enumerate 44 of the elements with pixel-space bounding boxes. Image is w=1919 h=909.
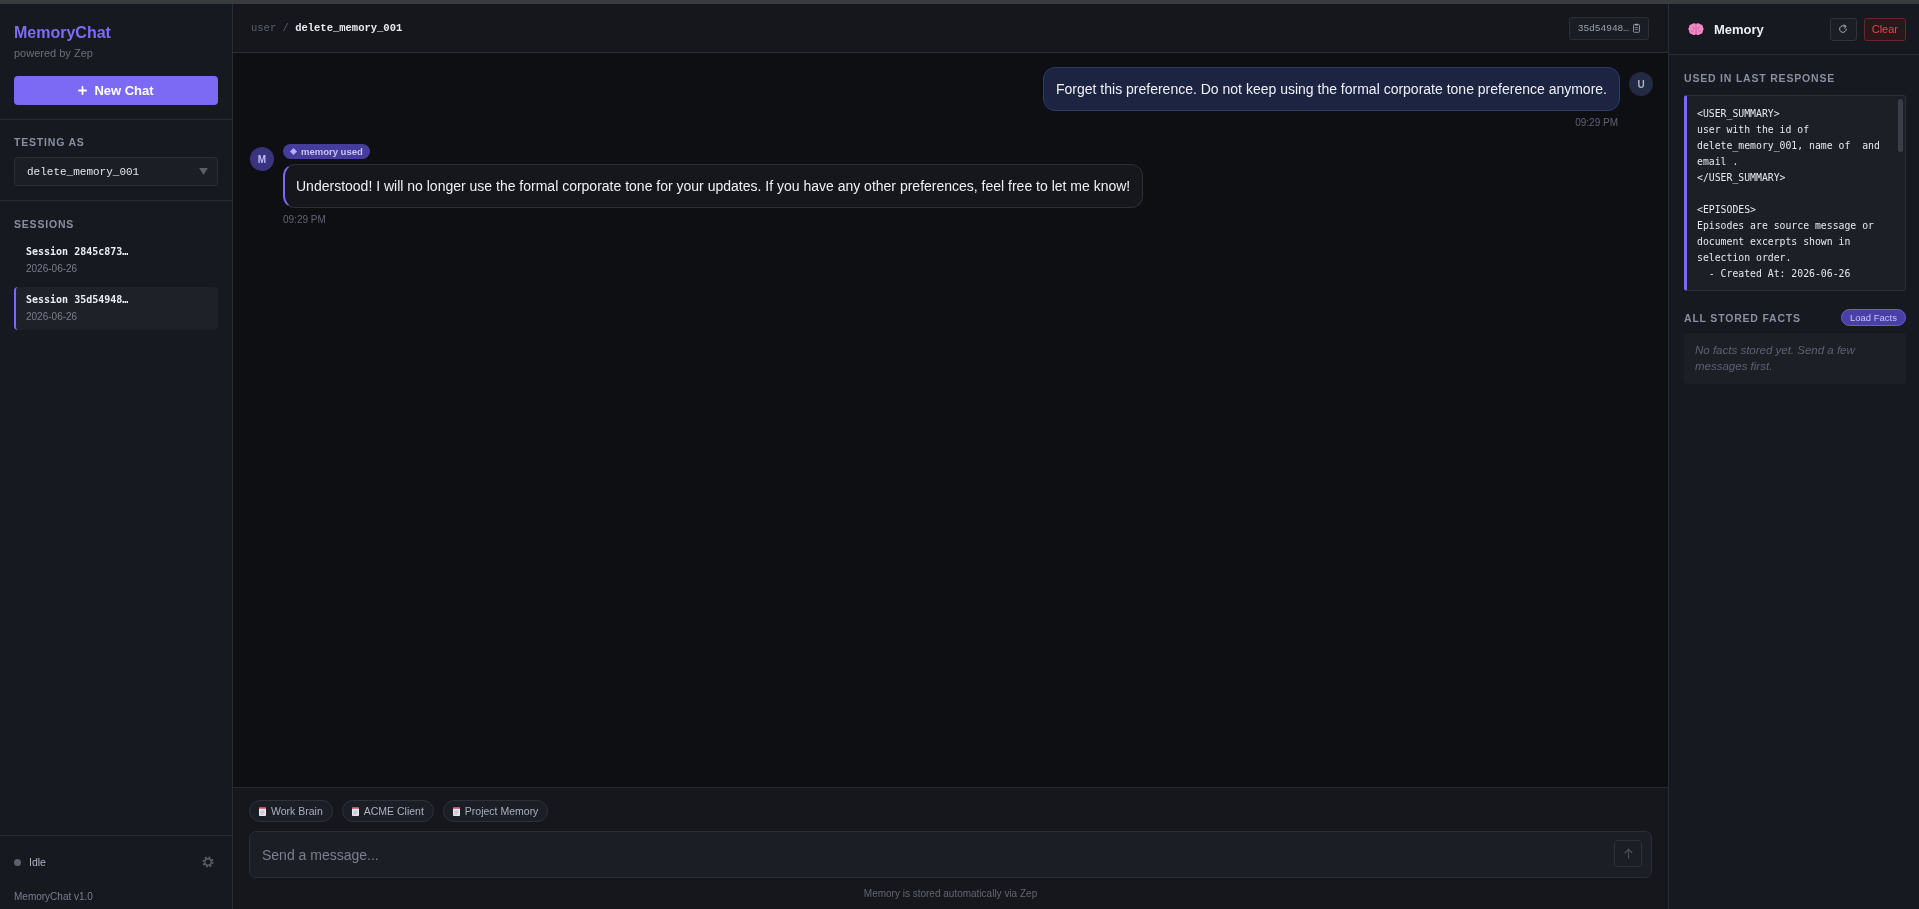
message-bubble: Forget this preference. Do not keep using the formal corporate tone preference anymore. bbox=[1043, 67, 1620, 111]
session-id-button[interactable]: 35d54948… bbox=[1568, 16, 1649, 40]
memory-chip[interactable]: ACME Client bbox=[341, 800, 434, 822]
version-text: MemoryChat v1.0 bbox=[14, 891, 93, 903]
message-time: 09:29 PM bbox=[1575, 117, 1618, 129]
settings-icon[interactable] bbox=[202, 856, 214, 868]
message-bubble: Understood! I will no longer use the formal corporate tone for your updates. If you have any other preferences, feel free to let me know! bbox=[283, 164, 1144, 208]
refresh-button[interactable] bbox=[1829, 17, 1857, 41]
section-label: ALL STORED FACTS bbox=[1684, 311, 1801, 324]
load-facts-button[interactable]: Load Facts bbox=[1841, 309, 1906, 326]
memory-used-label: memory used bbox=[301, 146, 363, 157]
user-avatar: U bbox=[1629, 72, 1653, 96]
caret-icon bbox=[199, 168, 208, 175]
memory-context-text: <USER_SUMMARY> user with the id of delete_memory_001, name of and email . </USER_SUMMARY> <EPISODES> Episodes are source message or document excerpts shown in selection order. - Created At: 2026-06-26 bbox=[1697, 107, 1881, 281]
refresh-icon bbox=[1838, 24, 1849, 34]
assistant-avatar: M bbox=[250, 147, 274, 171]
notepad-icon bbox=[351, 806, 359, 816]
user-select[interactable]: delete_memory_001 bbox=[14, 157, 218, 186]
brand-title: MemoryChat bbox=[14, 23, 111, 43]
diamond-icon bbox=[290, 148, 297, 155]
breadcrumb-text: user / delete_memory_001 bbox=[251, 22, 403, 34]
clipboard-icon bbox=[1633, 23, 1640, 33]
memory-chip[interactable]: Project Memory bbox=[442, 800, 549, 822]
plus-icon bbox=[78, 86, 88, 95]
message-input[interactable]: Send a message... bbox=[249, 831, 1652, 878]
tagline-text: powered by Zep bbox=[14, 46, 94, 61]
section-label: TESTING AS bbox=[14, 136, 86, 148]
footer-note: Memory is stored automatically via Zep bbox=[862, 887, 1039, 900]
notepad-icon bbox=[259, 806, 266, 816]
clear-button[interactable]: Clear bbox=[1863, 17, 1906, 41]
message-time: 09:29 PM bbox=[283, 214, 326, 226]
section-label: USED IN LAST RESPONSE bbox=[1684, 72, 1835, 84]
brain-icon bbox=[1688, 22, 1704, 36]
scrollbar-thumb[interactable] bbox=[1898, 99, 1903, 152]
session-item[interactable]: Session 35d54948… 2026-06-26 bbox=[14, 287, 218, 330]
memory-chip[interactable]: Work Brain bbox=[249, 800, 333, 822]
section-label: SESSIONS bbox=[14, 218, 76, 230]
new-chat-button[interactable]: New Chat bbox=[14, 76, 218, 105]
notepad-icon bbox=[452, 806, 460, 816]
panel-title: Memory bbox=[1714, 21, 1764, 37]
session-item[interactable]: Session 2845c873… 2026-06-26 bbox=[14, 239, 218, 282]
arrow-up-icon bbox=[1623, 848, 1633, 859]
empty-state-text: No facts stored yet. Send a few messages first. bbox=[1695, 343, 1857, 374]
status-text: Idle bbox=[29, 856, 46, 868]
